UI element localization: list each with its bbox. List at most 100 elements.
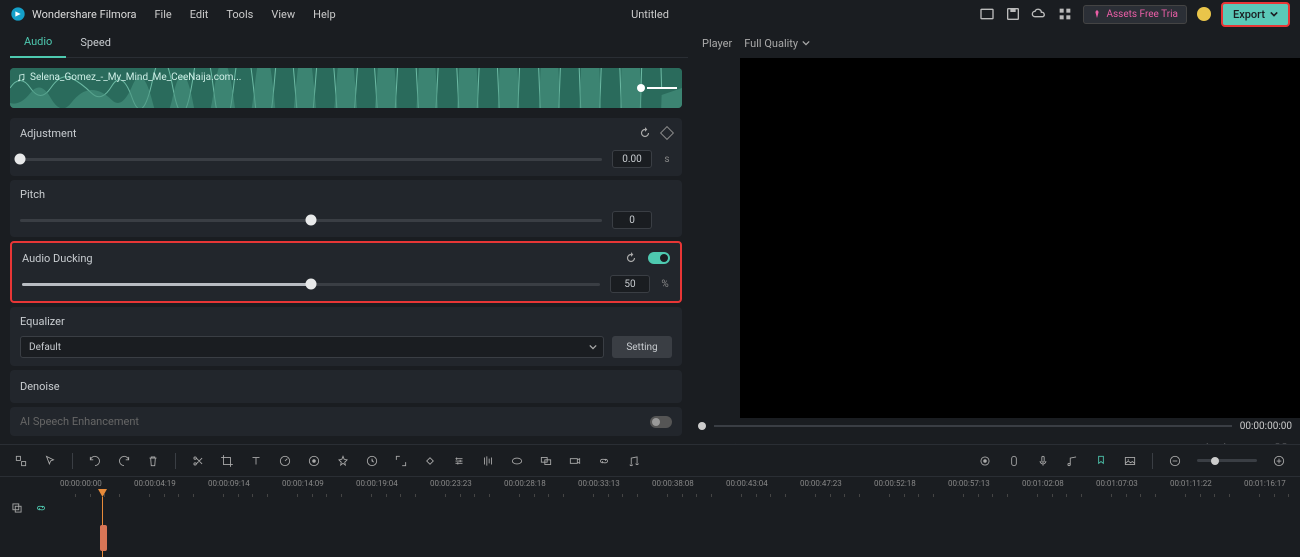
menu-file[interactable]: File <box>154 8 171 21</box>
delete-icon[interactable] <box>146 454 160 468</box>
equalizer-label: Equalizer <box>20 315 65 328</box>
effects-icon[interactable] <box>336 454 350 468</box>
denoise-section[interactable]: Denoise <box>10 370 682 403</box>
denoise-label: Denoise <box>20 380 60 393</box>
menu-edit[interactable]: Edit <box>190 8 209 21</box>
ruler-tick: 00:01:02:08 <box>1022 479 1064 488</box>
expand-icon[interactable] <box>394 454 408 468</box>
ruler-tick: 00:00:47:23 <box>800 479 842 488</box>
camera-icon[interactable] <box>568 454 582 468</box>
zoom-slider[interactable] <box>1197 459 1257 462</box>
zoom-in-icon[interactable] <box>1272 454 1286 468</box>
link-icon[interactable] <box>597 454 611 468</box>
ducking-value[interactable]: 50 <box>610 275 650 293</box>
document-title: Untitled <box>631 8 669 21</box>
mouse-icon[interactable] <box>1007 454 1021 468</box>
adjustment-label: Adjustment <box>20 127 77 140</box>
audio-ducking-section: Audio Ducking 50 % <box>10 241 682 303</box>
group-icon[interactable] <box>539 454 553 468</box>
clock-icon[interactable] <box>365 454 379 468</box>
timeline-toolbar <box>0 445 1300 477</box>
music-tl-icon[interactable] <box>626 454 640 468</box>
ruler-tick: 00:00:23:23 <box>430 479 472 488</box>
reset-icon[interactable] <box>638 126 652 140</box>
menu-help[interactable]: Help <box>313 8 336 21</box>
timeline-tracks[interactable] <box>0 497 1300 557</box>
track-link-icon[interactable] <box>34 501 48 515</box>
player-panel: Player Full Quality 00:00:00:00 { } <box>690 28 1300 464</box>
ruler-tick: 00:01:07:03 <box>1096 479 1138 488</box>
undo-icon[interactable] <box>88 454 102 468</box>
reset-icon[interactable] <box>624 251 638 265</box>
music-icon <box>16 73 26 83</box>
adjustment-unit: s <box>662 154 672 165</box>
chevron-down-icon <box>1270 10 1278 18</box>
marker-tl-icon[interactable] <box>1094 454 1108 468</box>
tab-audio[interactable]: Audio <box>10 28 66 58</box>
app-name: Wondershare Filmora <box>32 8 136 21</box>
layout-icon[interactable] <box>979 6 995 22</box>
audio-mix-icon[interactable] <box>481 454 495 468</box>
preview-area[interactable] <box>740 58 1300 418</box>
app-logo-icon <box>10 6 26 22</box>
clip-handle[interactable] <box>637 84 677 92</box>
timeline-ruler[interactable]: 00:00:00:0000:00:04:1900:00:09:1400:00:1… <box>0 477 1300 497</box>
crop-icon[interactable] <box>220 454 234 468</box>
mask-icon[interactable] <box>510 454 524 468</box>
pitch-slider[interactable] <box>20 219 602 222</box>
redo-icon[interactable] <box>117 454 131 468</box>
export-button[interactable]: Export <box>1221 2 1290 27</box>
zoom-out-icon[interactable] <box>1168 454 1182 468</box>
tab-speed[interactable]: Speed <box>66 28 125 58</box>
keyframe-icon[interactable] <box>660 126 674 140</box>
mic-icon[interactable] <box>1036 454 1050 468</box>
apps-icon[interactable] <box>1057 6 1073 22</box>
scrub-bar[interactable]: 00:00:00:00 <box>690 418 1300 434</box>
record-icon[interactable] <box>978 454 992 468</box>
select-icon[interactable] <box>14 454 28 468</box>
text-icon[interactable] <box>249 454 263 468</box>
audio-clip[interactable]: Selena_Gomez_-_My_Mind_Me_CeeNaija.com..… <box>10 68 682 108</box>
equalizer-value: Default <box>29 342 61 353</box>
menu-tools[interactable]: Tools <box>226 8 253 21</box>
ai-speech-section: AI Speech Enhancement <box>10 407 682 436</box>
timeline-clip[interactable] <box>100 525 107 551</box>
color-icon[interactable] <box>307 454 321 468</box>
equalizer-setting-button[interactable]: Setting <box>612 336 672 358</box>
track-copy-icon[interactable] <box>10 501 24 515</box>
ducking-slider[interactable] <box>22 283 600 286</box>
image-icon[interactable] <box>1123 454 1137 468</box>
save-icon[interactable] <box>1005 6 1021 22</box>
audio-tl-icon[interactable] <box>1065 454 1079 468</box>
cloud-icon[interactable] <box>1031 6 1047 22</box>
adjustment-value[interactable]: 0.00 <box>612 150 652 168</box>
pitch-value[interactable]: 0 <box>612 211 652 229</box>
adjust-icon[interactable] <box>452 454 466 468</box>
ai-speech-toggle[interactable] <box>650 416 672 428</box>
quality-select[interactable]: Full Quality <box>744 37 810 50</box>
ruler-tick: 00:01:16:17 <box>1244 479 1286 488</box>
quality-value: Full Quality <box>744 37 798 50</box>
equalizer-select[interactable]: Default <box>20 336 604 358</box>
diamond-icon <box>1092 9 1102 19</box>
ducking-unit: % <box>660 279 670 290</box>
adjustment-slider[interactable] <box>20 158 602 161</box>
chevron-down-icon <box>802 39 810 47</box>
ducking-label: Audio Ducking <box>22 252 93 265</box>
ruler-tick: 00:00:04:19 <box>134 479 176 488</box>
speed-icon[interactable] <box>278 454 292 468</box>
ruler-tick: 00:00:43:04 <box>726 479 768 488</box>
chevron-down-icon <box>589 343 597 351</box>
scrub-thumb[interactable] <box>698 422 706 430</box>
ruler-tick: 00:00:19:04 <box>356 479 398 488</box>
split-icon[interactable] <box>191 454 205 468</box>
menu-view[interactable]: View <box>271 8 295 21</box>
ducking-toggle[interactable] <box>648 252 670 264</box>
assets-label: Assets Free Tria <box>1106 9 1178 20</box>
cursor-icon[interactable] <box>43 454 57 468</box>
assets-button[interactable]: Assets Free Tria <box>1083 5 1187 24</box>
coin-icon[interactable] <box>1197 7 1211 21</box>
keyframe-tl-icon[interactable] <box>423 454 437 468</box>
equalizer-section: Equalizer Default Setting <box>10 307 682 366</box>
ruler-tick: 00:00:38:08 <box>652 479 694 488</box>
